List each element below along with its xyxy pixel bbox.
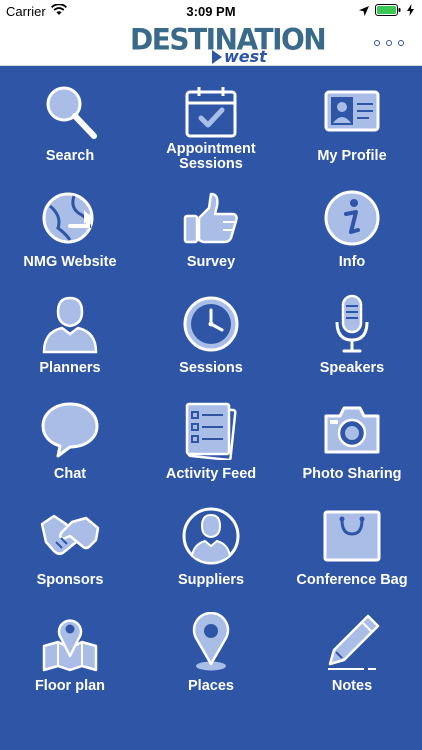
profile-card-icon (322, 82, 382, 142)
menu-item-sessions[interactable]: Sessions (141, 284, 281, 390)
camera-icon (322, 400, 382, 460)
menu-item-label: Info (338, 254, 366, 270)
checklist-icon (181, 400, 241, 460)
speech-bubble-icon (40, 400, 100, 460)
clock-icon (181, 294, 241, 354)
search-icon (40, 82, 100, 142)
menu-item-suppliers[interactable]: Suppliers (141, 496, 281, 602)
menu-item-label: Activity Feed (165, 466, 257, 482)
more-options-button[interactable] (374, 36, 404, 50)
menu-item-label: Survey (186, 254, 236, 270)
menu-item-label: Sponsors (36, 572, 104, 588)
more-dot-icon (386, 40, 392, 46)
menu-item-label: NMG Website (23, 254, 117, 270)
menu-item-places[interactable]: Places (141, 602, 281, 708)
menu-item-label: Search (45, 148, 95, 164)
calendar-check-icon (181, 82, 241, 142)
map-pin-icon (181, 612, 241, 672)
map-icon (40, 612, 100, 672)
logo-arrow-icon (212, 50, 222, 64)
menu-item-appointment-sessions[interactable]: Appointment Sessions (141, 72, 281, 178)
app-header: DESTINATION west (0, 22, 422, 66)
pen-icon (322, 612, 382, 672)
menu-item-label: Notes (331, 678, 373, 694)
bag-icon (322, 506, 382, 566)
wifi-icon (50, 2, 67, 19)
menu-item-label: Sessions (179, 360, 243, 376)
menu-item-planners[interactable]: Planners (0, 284, 140, 390)
menu-item-label: Places (188, 678, 234, 694)
status-right (359, 3, 414, 19)
globe-icon (40, 188, 100, 248)
menu-item-nmg-website[interactable]: NMG Website (0, 178, 140, 284)
menu-item-speakers[interactable]: Speakers (282, 284, 422, 390)
menu-item-floor-plan[interactable]: Floor plan (0, 602, 140, 708)
menu-item-activity-feed[interactable]: Activity Feed (141, 390, 281, 496)
menu-item-survey[interactable]: Survey (141, 178, 281, 284)
charging-bolt-icon (407, 3, 414, 19)
menu-item-label: Photo Sharing (302, 466, 402, 482)
handshake-icon (40, 506, 100, 566)
menu-item-photo-sharing[interactable]: Photo Sharing (282, 390, 422, 496)
battery-icon (375, 3, 401, 19)
menu-item-search[interactable]: Search (0, 72, 140, 178)
menu-item-label: Suppliers (177, 572, 245, 588)
logo-subtext: west (224, 47, 267, 66)
status-left: Carrier (6, 2, 67, 19)
location-arrow-icon (359, 4, 369, 19)
menu-item-conference-bag[interactable]: Conference Bag (282, 496, 422, 602)
status-bar: Carrier 3:09 PM (0, 0, 422, 22)
menu-item-label: Speakers (319, 360, 385, 376)
menu-item-label: Chat (53, 466, 87, 482)
more-dot-icon (374, 40, 380, 46)
logo-sub: west (212, 47, 267, 66)
menu-item-sponsors[interactable]: Sponsors (0, 496, 140, 602)
menu-item-label: Appointment Sessions (166, 141, 256, 172)
menu-item-label: My Profile (317, 148, 387, 164)
menu-item-info[interactable]: Info (282, 178, 422, 284)
more-dot-icon (398, 40, 404, 46)
menu-item-notes[interactable]: Notes (282, 602, 422, 708)
carrier-label: Carrier (6, 3, 46, 19)
menu-item-my-profile[interactable]: My Profile (282, 72, 422, 178)
info-icon (322, 188, 382, 248)
microphone-icon (322, 294, 382, 354)
person-icon (40, 294, 100, 354)
person-circle-icon (181, 506, 241, 566)
destination-west-logo: DESTINATION west (130, 22, 327, 66)
menu-item-label: Floor plan (34, 678, 106, 694)
thumbs-up-icon (181, 188, 241, 248)
menu-grid: Search Appointment Sessions My Profile NM… (0, 66, 422, 750)
menu-item-label: Conference Bag (296, 572, 408, 588)
menu-item-label: Planners (39, 360, 101, 376)
menu-item-chat[interactable]: Chat (0, 390, 140, 496)
